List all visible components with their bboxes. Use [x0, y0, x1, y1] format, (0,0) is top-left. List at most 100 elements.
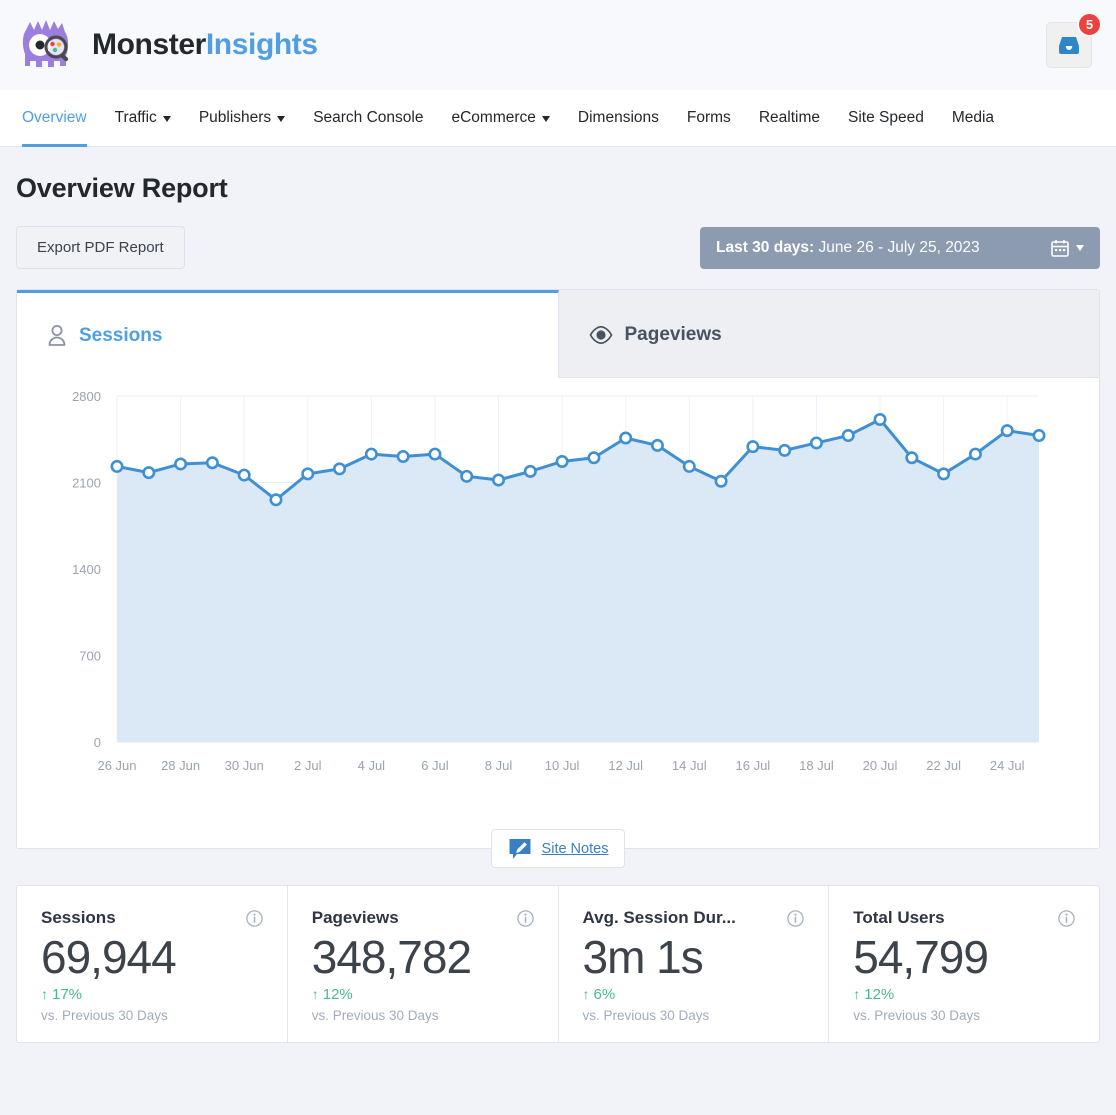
- x-axis-tick-label: 4 Jul: [358, 758, 386, 773]
- chart-data-point[interactable]: [1002, 425, 1012, 435]
- chart-data-point[interactable]: [716, 476, 726, 486]
- chart-tabs: Sessions Pageviews: [17, 290, 1099, 378]
- nav-item-overview[interactable]: Overview: [16, 90, 101, 146]
- nav-item-dimensions[interactable]: Dimensions: [564, 90, 673, 146]
- site-notes-button[interactable]: Site Notes: [491, 829, 626, 868]
- chart-data-point[interactable]: [175, 459, 185, 469]
- x-axis-tick-label: 22 Jul: [926, 758, 961, 773]
- x-axis-tick-label: 20 Jul: [863, 758, 898, 773]
- stat-delta: ↑ 12%: [312, 986, 534, 1003]
- stat-title: Avg. Session Dur...: [583, 908, 736, 928]
- chart-data-point[interactable]: [207, 458, 217, 468]
- info-icon[interactable]: [787, 910, 804, 927]
- chart-data-point[interactable]: [112, 461, 122, 471]
- x-axis-tick-label: 16 Jul: [736, 758, 771, 773]
- chart-data-point[interactable]: [525, 466, 535, 476]
- arrow-up-icon: ↑: [312, 987, 319, 1001]
- chart-data-point[interactable]: [875, 414, 885, 424]
- x-axis-tick-label: 2 Jul: [294, 758, 322, 773]
- chart-data-point[interactable]: [1034, 430, 1044, 440]
- chart-data-point[interactable]: [334, 464, 344, 474]
- nav-item-forms[interactable]: Forms: [673, 90, 745, 146]
- stat-value: 54,799: [853, 932, 1075, 984]
- stat-card-pageviews: Pageviews 348,782 ↑ 12% vs. Previous 30 …: [288, 886, 559, 1042]
- x-axis-tick-label: 26 Jun: [97, 758, 136, 773]
- stat-comparison-label: vs. Previous 30 Days: [41, 1008, 263, 1023]
- chart-data-point[interactable]: [366, 449, 376, 459]
- stat-comparison-label: vs. Previous 30 Days: [312, 1008, 534, 1023]
- stat-title: Sessions: [41, 908, 116, 928]
- site-notes-area: Site Notes: [0, 829, 1116, 868]
- x-axis-tick-label: 28 Jun: [161, 758, 200, 773]
- tab-label: Sessions: [79, 325, 162, 347]
- date-range-selector[interactable]: Last 30 days: June 26 - July 25, 2023: [700, 227, 1100, 269]
- brand-logo: MonsterInsights: [16, 14, 318, 76]
- nav-item-ecommerce[interactable]: eCommerce: [437, 90, 563, 146]
- chart-data-point[interactable]: [303, 469, 313, 479]
- chart-data-point[interactable]: [684, 461, 694, 471]
- chart-data-point[interactable]: [557, 456, 567, 466]
- chart-data-point[interactable]: [271, 495, 281, 505]
- chart-data-point[interactable]: [462, 471, 472, 481]
- chart-svg: 070014002100280026 Jun28 Jun30 Jun2 Jul4…: [17, 378, 1100, 848]
- nav-label: Realtime: [759, 109, 820, 127]
- nav-item-search-console[interactable]: Search Console: [299, 90, 437, 146]
- nav-item-site-speed[interactable]: Site Speed: [834, 90, 938, 146]
- chart-data-point[interactable]: [239, 470, 249, 480]
- info-icon[interactable]: [246, 910, 263, 927]
- page-title: Overview Report: [16, 173, 1100, 204]
- nav-label: Media: [952, 109, 994, 127]
- info-icon[interactable]: [1058, 910, 1075, 927]
- chart-data-point[interactable]: [970, 449, 980, 459]
- chart-data-point[interactable]: [811, 438, 821, 448]
- chart-data-point[interactable]: [748, 441, 758, 451]
- stat-value: 348,782: [312, 932, 534, 984]
- nav-item-traffic[interactable]: Traffic: [101, 90, 185, 146]
- export-pdf-report-button[interactable]: Export PDF Report: [16, 226, 185, 269]
- y-axis-tick-label: 2800: [72, 389, 101, 404]
- stat-value: 69,944: [41, 932, 263, 984]
- stat-comparison-label: vs. Previous 30 Days: [583, 1008, 805, 1023]
- chart-data-point[interactable]: [652, 440, 662, 450]
- chevron-down-icon: [1076, 245, 1084, 251]
- eye-icon: [589, 326, 613, 344]
- chart-data-point[interactable]: [938, 469, 948, 479]
- chart-data-point[interactable]: [620, 433, 630, 443]
- x-axis-tick-label: 18 Jul: [799, 758, 834, 773]
- monster-mascot-icon: [16, 14, 78, 76]
- note-pencil-icon: [508, 837, 532, 861]
- date-range-value: June 26 - July 25, 2023: [819, 239, 980, 256]
- chart-data-point[interactable]: [589, 453, 599, 463]
- nav-label: eCommerce: [451, 109, 535, 127]
- nav-item-media[interactable]: Media: [938, 90, 1008, 146]
- stat-delta-value: 17%: [52, 986, 82, 1003]
- stat-card-total-users: Total Users 54,799 ↑ 12% vs. Previous 30…: [829, 886, 1099, 1042]
- stat-value: 3m 1s: [583, 932, 805, 984]
- stat-delta-value: 6%: [594, 986, 616, 1003]
- stats-row: Sessions 69,944 ↑ 17% vs. Previous 30 Da…: [16, 885, 1100, 1043]
- chart-data-point[interactable]: [779, 445, 789, 455]
- y-axis-tick-label: 0: [94, 735, 101, 750]
- stat-card-sessions: Sessions 69,944 ↑ 17% vs. Previous 30 Da…: [17, 886, 288, 1042]
- tab-sessions[interactable]: Sessions: [17, 290, 559, 378]
- chart-data-point[interactable]: [907, 453, 917, 463]
- chart-data-point[interactable]: [144, 467, 154, 477]
- info-icon[interactable]: [517, 910, 534, 927]
- stat-card-avg-session-duration: Avg. Session Dur... 3m 1s ↑ 6% vs. Previ…: [559, 886, 830, 1042]
- site-notes-label: Site Notes: [542, 841, 609, 857]
- page-controls: Export PDF Report Last 30 days: June 26 …: [16, 226, 1100, 269]
- brand-name-part2: Insights: [206, 28, 318, 61]
- chevron-down-icon: [163, 116, 171, 122]
- nav-item-publishers[interactable]: Publishers: [185, 90, 299, 146]
- tab-pageviews[interactable]: Pageviews: [559, 290, 1100, 378]
- nav-label: Publishers: [199, 109, 271, 127]
- nav-label: Overview: [22, 109, 87, 127]
- chart-data-point[interactable]: [430, 449, 440, 459]
- inbox-tray-icon: [1057, 34, 1081, 56]
- main-navigation: Overview Traffic Publishers Search Conso…: [0, 90, 1116, 147]
- chart-card: Sessions Pageviews 070014002100280026 Ju…: [16, 289, 1100, 849]
- chart-data-point[interactable]: [398, 451, 408, 461]
- nav-item-realtime[interactable]: Realtime: [745, 90, 834, 146]
- chart-data-point[interactable]: [493, 475, 503, 485]
- chart-data-point[interactable]: [843, 430, 853, 440]
